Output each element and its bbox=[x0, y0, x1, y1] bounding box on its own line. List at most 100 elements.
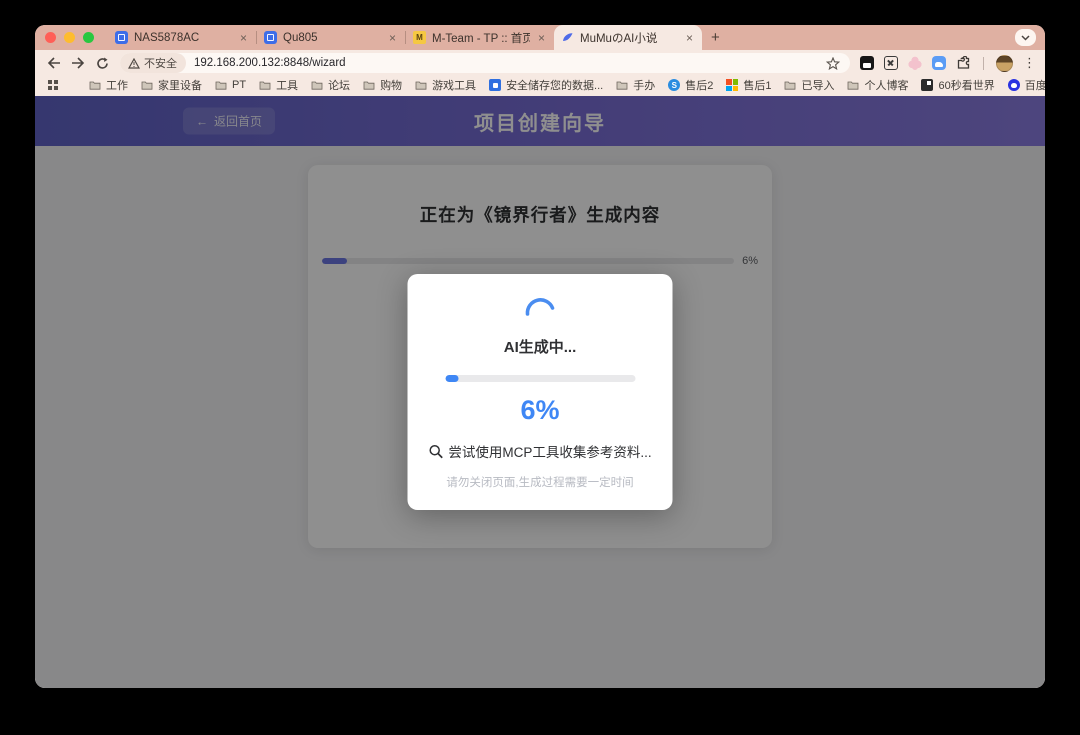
modal-title: AI生成中... bbox=[428, 336, 653, 357]
s-favicon-icon: S bbox=[668, 79, 680, 91]
address-bar[interactable]: 不安全 192.168.200.132:8848/wizard bbox=[120, 53, 850, 73]
bookmark-label: 论坛 bbox=[328, 77, 350, 93]
forward-button[interactable] bbox=[68, 53, 88, 73]
bookmark-folder-tools[interactable]: 工具 bbox=[259, 77, 298, 93]
folder-icon bbox=[415, 79, 427, 91]
bookmark-folder-forum[interactable]: 论坛 bbox=[311, 77, 350, 93]
modal-note: 请勿关闭页面,生成过程需要一定时间 bbox=[428, 474, 653, 490]
browser-window: NAS5878AC × Qu805 × M M-Team - TP :: 首页 … bbox=[35, 25, 1045, 688]
microsoft-favicon-icon bbox=[726, 79, 738, 91]
bookmark-folder-game-tools[interactable]: 游戏工具 bbox=[415, 77, 476, 93]
extensions-puzzle-button[interactable] bbox=[956, 56, 971, 71]
modal-progress-track bbox=[445, 375, 635, 382]
tab-mteam[interactable]: M M-Team - TP :: 首页 - Powere × bbox=[406, 25, 554, 50]
nas-favicon-icon bbox=[115, 31, 128, 44]
bookmark-folder-imported[interactable]: 已导入 bbox=[784, 77, 834, 93]
bookmark-label: 游戏工具 bbox=[432, 77, 476, 93]
bookmark-aftersales-2[interactable]: S 售后2 bbox=[668, 77, 713, 93]
mumu-favicon-icon bbox=[561, 31, 574, 44]
tab-close-icon[interactable]: × bbox=[238, 31, 249, 45]
bookmark-label: 60秒看世界 bbox=[938, 77, 994, 93]
folder-icon bbox=[259, 79, 271, 91]
bookmark-label: 安全储存您的数据... bbox=[506, 77, 603, 93]
bookmark-label: 百度一下，你就知道 bbox=[1025, 77, 1045, 93]
extension-panda-icon[interactable] bbox=[860, 56, 874, 70]
bookmark-folder-blog[interactable]: 个人博客 bbox=[847, 77, 908, 93]
profile-avatar[interactable] bbox=[996, 55, 1013, 72]
tab-qu805[interactable]: Qu805 × bbox=[257, 25, 405, 50]
back-arrow-icon bbox=[47, 57, 61, 69]
toolbar-separator bbox=[983, 57, 984, 70]
tab-strip: NAS5878AC × Qu805 × M M-Team - TP :: 首页 … bbox=[35, 25, 1045, 50]
tab-title: NAS5878AC bbox=[134, 32, 232, 44]
folder-icon bbox=[784, 79, 796, 91]
bookmark-secure-storage[interactable]: 安全储存您的数据... bbox=[489, 77, 603, 93]
back-button[interactable] bbox=[44, 53, 64, 73]
dark-favicon-icon bbox=[921, 79, 933, 91]
magnifier-icon bbox=[428, 444, 443, 459]
ai-generating-modal: AI生成中... 6% 尝试使用MCP工具收集参考资料... 请勿关闭页面,生成… bbox=[408, 274, 673, 510]
bookmark-label: 已导入 bbox=[801, 77, 834, 93]
url-text: 192.168.200.132:8848/wizard bbox=[194, 57, 819, 69]
tab-close-icon[interactable]: × bbox=[536, 31, 547, 45]
bookmarks-bar: 工作 家里设备 PT 工具 论坛 购物 游戏工具 安全储存您的数 bbox=[35, 76, 1045, 96]
puzzle-icon bbox=[956, 56, 971, 71]
folder-icon bbox=[363, 79, 375, 91]
bookmark-label: 个人博客 bbox=[864, 77, 908, 93]
folder-icon bbox=[847, 79, 859, 91]
bookmark-label: 家里设备 bbox=[158, 77, 202, 93]
chevron-down-icon bbox=[1021, 35, 1030, 41]
bookmark-aftersales-1[interactable]: 售后1 bbox=[726, 77, 771, 93]
extension-xbox-icon[interactable] bbox=[884, 56, 898, 70]
site-favicon-icon bbox=[489, 79, 501, 91]
extensions-area: ⋮ bbox=[860, 55, 1036, 72]
tab-nas[interactable]: NAS5878AC × bbox=[108, 25, 256, 50]
bookmark-label: PT bbox=[232, 79, 246, 91]
tab-mumu-active[interactable]: MuMuのAI小说 × bbox=[554, 25, 702, 50]
reload-icon bbox=[96, 57, 109, 70]
new-tab-button[interactable]: + bbox=[702, 29, 729, 46]
desktop: NAS5878AC × Qu805 × M M-Team - TP :: 首页 … bbox=[0, 0, 1080, 735]
spinner-icon bbox=[523, 296, 557, 322]
modal-progress-fill bbox=[445, 375, 458, 382]
bookmark-folder-figures[interactable]: 手办 bbox=[616, 77, 655, 93]
baidu-favicon-icon bbox=[1008, 79, 1020, 91]
bookmark-baidu[interactable]: 百度一下，你就知道 bbox=[1008, 77, 1045, 93]
bookmark-label: 售后2 bbox=[685, 77, 713, 93]
tab-close-icon[interactable]: × bbox=[684, 31, 695, 45]
folder-icon bbox=[215, 79, 227, 91]
tab-title: M-Team - TP :: 首页 - Powere bbox=[432, 30, 530, 46]
minimize-window-button[interactable] bbox=[64, 32, 75, 43]
nas-favicon-icon bbox=[264, 31, 277, 44]
extension-cloud-icon[interactable] bbox=[932, 56, 946, 70]
bookmark-folder-work[interactable]: 工作 bbox=[89, 77, 128, 93]
folder-icon bbox=[89, 79, 101, 91]
menu-button[interactable]: ⋮ bbox=[1023, 55, 1036, 71]
bookmark-label: 工作 bbox=[106, 77, 128, 93]
bookmark-label: 手办 bbox=[633, 77, 655, 93]
tab-title: Qu805 bbox=[283, 32, 381, 44]
bookmark-folder-pt[interactable]: PT bbox=[215, 79, 246, 91]
folder-icon bbox=[616, 79, 628, 91]
close-window-button[interactable] bbox=[45, 32, 56, 43]
fullscreen-window-button[interactable] bbox=[83, 32, 94, 43]
modal-status-line: 尝试使用MCP工具收集参考资料... bbox=[428, 441, 653, 461]
tab-search-button[interactable] bbox=[1015, 29, 1036, 46]
extension-flower-icon[interactable] bbox=[908, 56, 922, 70]
tab-close-icon[interactable]: × bbox=[387, 31, 398, 45]
forward-arrow-icon bbox=[71, 57, 85, 69]
bookmark-star-button[interactable] bbox=[819, 57, 847, 70]
mteam-favicon-icon: M bbox=[413, 31, 426, 44]
tab-title: MuMuのAI小说 bbox=[580, 30, 678, 46]
bookmark-label: 购物 bbox=[380, 77, 402, 93]
security-chip[interactable]: 不安全 bbox=[120, 53, 186, 73]
reload-button[interactable] bbox=[92, 53, 112, 73]
bookmark-60s-world[interactable]: 60秒看世界 bbox=[921, 77, 994, 93]
web-page: ← 返回首页 项目创建向导 正在为《镜界行者》生成内容 6% bbox=[35, 96, 1045, 688]
folder-icon bbox=[141, 79, 153, 91]
security-label: 不安全 bbox=[144, 55, 177, 71]
bookmark-folder-shopping[interactable]: 购物 bbox=[363, 77, 402, 93]
folder-icon bbox=[311, 79, 323, 91]
bookmark-folder-home-devices[interactable]: 家里设备 bbox=[141, 77, 202, 93]
apps-grid-icon[interactable] bbox=[47, 79, 59, 91]
